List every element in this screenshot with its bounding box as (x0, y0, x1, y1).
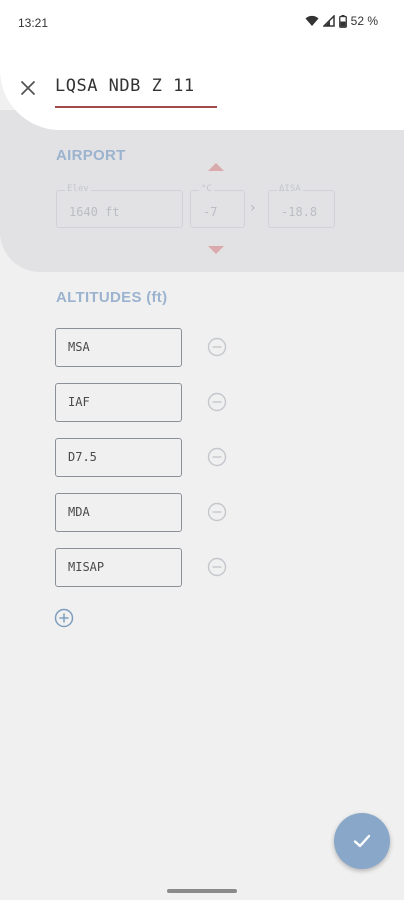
airport-section-title: AIRPORT (56, 147, 126, 164)
altitude-input-misap[interactable]: MISAP (55, 548, 182, 587)
altitude-label: D7.5 (68, 450, 97, 464)
signal-icon (322, 15, 335, 27)
minus-circle-icon (207, 447, 227, 467)
add-altitude-button[interactable] (54, 608, 74, 628)
altitude-input-msa[interactable]: MSA (55, 328, 182, 367)
minus-circle-icon (207, 502, 227, 522)
remove-altitude-button[interactable] (207, 447, 227, 467)
battery-icon (338, 14, 347, 28)
title-field[interactable]: LQSA NDB Z 11 (55, 74, 217, 108)
chevron-right-icon: › (250, 200, 256, 216)
temp-field[interactable]: °C -7 (190, 184, 245, 228)
altitudes-section-title: ALTITUDES (ft) (56, 289, 168, 306)
altitude-label: IAF (68, 395, 90, 409)
wifi-icon (305, 15, 319, 26)
disa-label: ΔISA (277, 184, 303, 194)
status-time: 13:21 (18, 16, 49, 30)
remove-altitude-button[interactable] (207, 392, 227, 412)
elev-value: 1640 ft (69, 205, 120, 219)
remove-altitude-button[interactable] (207, 337, 227, 357)
status-bar: 13:21 52 % (0, 0, 404, 46)
decrease-arrow-icon[interactable] (208, 246, 224, 254)
minus-circle-icon (207, 392, 227, 412)
close-button[interactable] (16, 76, 40, 100)
altitude-input-d7-5[interactable]: D7.5 (55, 438, 182, 477)
close-icon (21, 81, 35, 95)
disa-field: ΔISA -18.8 (268, 184, 335, 228)
remove-altitude-button[interactable] (207, 557, 227, 577)
header: LQSA NDB Z 11 (0, 46, 404, 130)
minus-circle-icon (207, 557, 227, 577)
procedure-title: LQSA NDB Z 11 (55, 76, 195, 96)
confirm-button[interactable] (334, 813, 390, 869)
disa-value: -18.8 (281, 205, 318, 219)
minus-circle-icon (207, 337, 227, 357)
altitude-label: MISAP (68, 560, 105, 574)
elev-field[interactable]: Elev 1640 ft (56, 184, 183, 228)
altitude-input-iaf[interactable]: IAF (55, 383, 182, 422)
temp-label: °C (199, 184, 214, 194)
elev-label: Elev (65, 184, 91, 194)
altitude-label: MSA (68, 340, 90, 354)
remove-altitude-button[interactable] (207, 502, 227, 522)
altitude-input-mda[interactable]: MDA (55, 493, 182, 532)
plus-circle-icon (54, 608, 74, 628)
temp-value: -7 (203, 205, 218, 219)
altitude-label: MDA (68, 505, 90, 519)
gesture-nav-handle[interactable] (167, 889, 237, 893)
check-icon (353, 834, 371, 848)
battery-level: 52 % (350, 14, 378, 28)
increase-arrow-icon[interactable] (208, 163, 224, 171)
status-icons: 52 % (305, 14, 378, 28)
